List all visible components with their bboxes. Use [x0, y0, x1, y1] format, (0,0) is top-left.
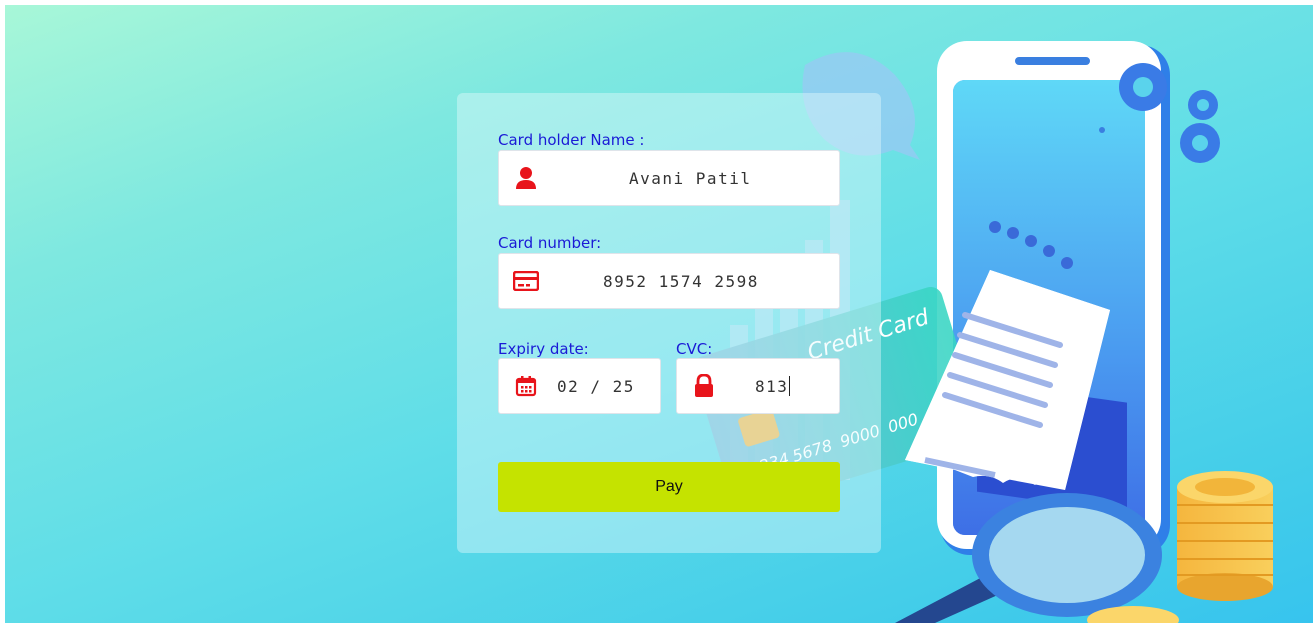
- expiry-date-value: 02 / 25: [557, 376, 635, 396]
- card-number-input[interactable]: 8952 1574 2598: [498, 253, 840, 309]
- card-holder-input[interactable]: Avani Patil: [498, 150, 840, 206]
- card-number-value: 8952 1574 2598: [603, 271, 759, 291]
- page-background: Credit Card 5678 9000 000 1234 ar: [5, 5, 1313, 623]
- calendar-icon: [513, 373, 539, 399]
- text-caret: [789, 376, 791, 396]
- card-number-label: Card number:: [498, 234, 602, 252]
- cvc-value: 813: [755, 376, 789, 396]
- cvc-input[interactable]: 813: [676, 358, 840, 414]
- expiry-date-label: Expiry date:: [498, 340, 589, 358]
- expiry-date-input[interactable]: 02 / 25: [498, 358, 661, 414]
- cvc-label: CVC:: [676, 340, 713, 358]
- magnifier-shape: [895, 493, 1162, 623]
- lock-icon: [691, 373, 717, 399]
- card-holder-value: Avani Patil: [629, 168, 752, 188]
- credit-card-icon: [513, 268, 539, 294]
- card-holder-label: Card holder Name :: [498, 131, 645, 149]
- user-icon: [513, 165, 539, 191]
- pay-button[interactable]: Pay: [498, 462, 840, 512]
